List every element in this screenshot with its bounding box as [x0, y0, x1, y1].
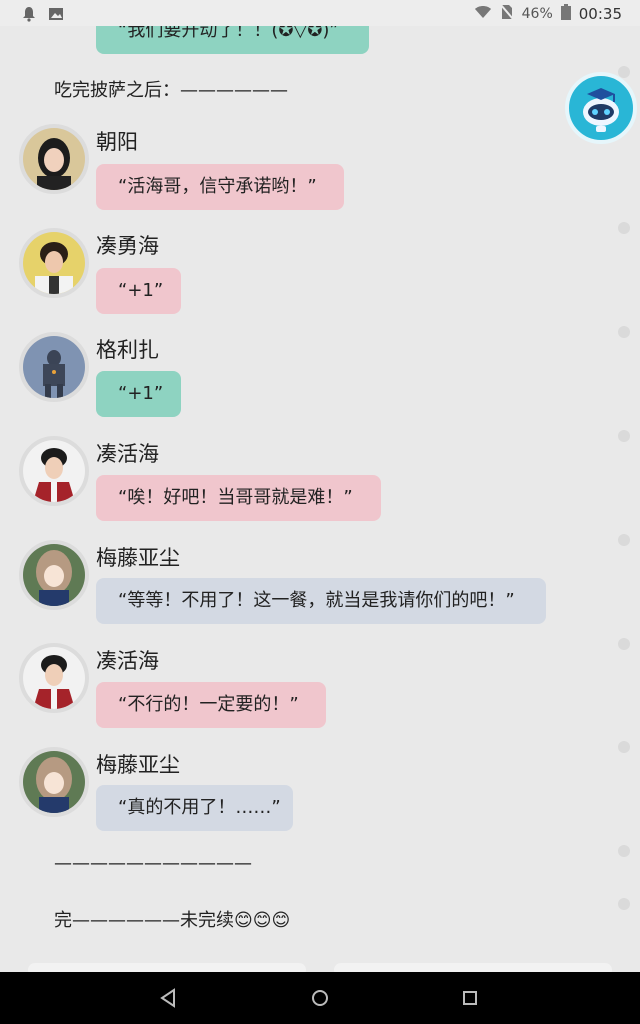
scroll-indicator-dot — [618, 741, 630, 753]
sender-name: 梅藤亚尘 — [96, 546, 180, 570]
back-icon[interactable] — [157, 986, 181, 1010]
sender-name: 凑活海 — [96, 649, 159, 673]
message-bubble: “+1” — [96, 371, 181, 417]
scroll-indicator-dot — [618, 534, 630, 546]
sender-name: 凑勇海 — [96, 234, 159, 258]
avatar[interactable] — [19, 643, 89, 713]
image-icon — [48, 6, 64, 26]
sender-name: 格利扎 — [96, 338, 159, 362]
next-content-preview — [0, 963, 640, 972]
wifi-icon — [474, 5, 492, 23]
message-bubble: “唉！好吧！当哥哥就是难！” — [96, 475, 381, 521]
message-bubble: “活海哥，信守承诺哟！” — [96, 164, 344, 210]
avatar[interactable] — [19, 228, 89, 298]
ending-text: 完——————未完续😊😊😊 — [54, 910, 291, 931]
scroll-indicator-dot — [618, 638, 630, 650]
divider-text: ——————————— — [54, 853, 252, 874]
avatar[interactable] — [19, 540, 89, 610]
avatar[interactable] — [19, 436, 89, 506]
home-icon[interactable] — [308, 986, 332, 1010]
sender-name: 凑活海 — [96, 442, 159, 466]
robot-assistant-icon[interactable] — [565, 72, 637, 144]
scroll-indicator-dot — [618, 222, 630, 234]
battery-level: 46% — [521, 6, 553, 22]
recents-icon[interactable] — [458, 986, 482, 1010]
no-sim-icon — [499, 4, 514, 24]
scroll-indicator-dot — [618, 898, 630, 910]
message-bubble: “真的不用了！……” — [96, 785, 293, 831]
scroll-indicator-dot — [618, 326, 630, 338]
message-bubble: “+1” — [96, 268, 181, 314]
battery-icon — [560, 4, 571, 24]
navigation-bar — [0, 972, 640, 1024]
chat-area: “我们要开动了！！(✪▽✪)” 吃完披萨之后：—————— 朝阳 “活海哥，信守… — [0, 0, 640, 972]
message-bubble: “等等！不用了！这一餐，就当是我请你们的吧！” — [96, 578, 546, 624]
sender-name: 梅藤亚尘 — [96, 753, 180, 777]
scroll-indicator-dot — [618, 845, 630, 857]
sender-name: 朝阳 — [96, 130, 138, 154]
clock: 00:35 — [578, 5, 622, 23]
preview-card[interactable] — [28, 963, 306, 972]
scroll-indicator-dot — [618, 430, 630, 442]
avatar[interactable] — [19, 747, 89, 817]
bell-icon — [22, 6, 36, 26]
message-bubble: “不行的！一定要的！” — [96, 682, 326, 728]
avatar[interactable] — [19, 124, 89, 194]
narration-text: 吃完披萨之后：—————— — [54, 80, 288, 101]
avatar[interactable] — [19, 332, 89, 402]
preview-card[interactable] — [334, 963, 612, 972]
status-bar: 46% 00:35 — [0, 0, 640, 26]
